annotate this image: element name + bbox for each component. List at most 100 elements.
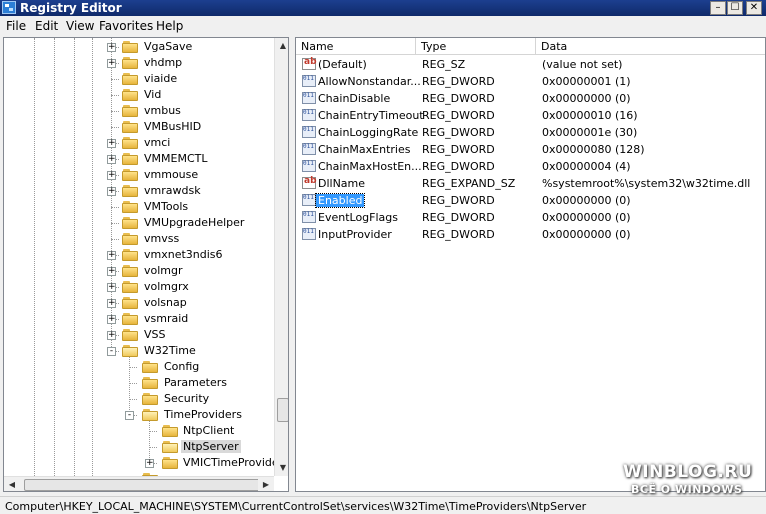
maximize-button[interactable]: ☐	[727, 1, 743, 15]
tree-item[interactable]: + vhdmp	[4, 55, 274, 71]
value-row[interactable]: ChainEntryTimeoutREG_DWORD 0x00000010 (16…	[296, 107, 765, 124]
tree-item[interactable]: + volsnap	[4, 295, 274, 311]
menu-view[interactable]: View	[66, 19, 94, 33]
tree-item[interactable]: Parameters	[4, 375, 274, 391]
tree-item-label[interactable]: vhdmp	[144, 56, 182, 69]
tree-item-label[interactable]: Vid	[144, 88, 161, 101]
tree-item[interactable]: - W32Time	[4, 343, 274, 359]
tree-item-label[interactable]: vsmraid	[144, 312, 188, 325]
scroll-left-arrow-icon[interactable]: ◀	[4, 477, 20, 491]
tree-item-label[interactable]: viaide	[144, 72, 177, 85]
close-button[interactable]: ✕	[746, 1, 762, 15]
tree-vertical-scrollbar[interactable]: ▲ ▼	[274, 38, 288, 476]
tree-item-label[interactable]: VMICTimeProvider	[183, 456, 283, 469]
tree-item[interactable]: + VgaSave	[4, 39, 274, 55]
tree-item-label[interactable]: VMBusHID	[144, 120, 201, 133]
tree-item-label[interactable]: Config	[164, 360, 199, 373]
key-tree[interactable]: + VgaSave + vhdmp viaide Vid vmbus VMBusHID + vmc…	[3, 37, 289, 492]
column-header-type[interactable]: Type	[416, 38, 536, 55]
tree-item[interactable]: + volmgr	[4, 263, 274, 279]
tree-item-label[interactable]: Parameters	[164, 376, 227, 389]
value-row[interactable]: ChainMaxEntries REG_DWORD 0x00000080 (128)	[296, 141, 765, 158]
menu-edit[interactable]: Edit	[35, 19, 58, 33]
value-row[interactable]: EventLogFlags REG_DWORD 0x00000000 (0)	[296, 209, 765, 226]
tree-horizontal-scroll-thumb[interactable]	[24, 479, 260, 491]
tree-item[interactable]: Security	[4, 391, 274, 407]
tree-item-label[interactable]: vmbus	[144, 104, 181, 117]
tree-item[interactable]: NtpClient	[4, 423, 274, 439]
tree-item-label[interactable]: vmrawdsk	[144, 184, 201, 197]
expand-icon[interactable]: +	[107, 251, 116, 260]
tree-item-label[interactable]: VgaSave	[144, 40, 192, 53]
expand-icon[interactable]: +	[145, 459, 154, 468]
tree-item-label[interactable]: volmgr	[144, 264, 183, 277]
minimize-button[interactable]: –	[710, 1, 726, 15]
scroll-down-arrow-icon[interactable]: ▼	[275, 460, 288, 476]
menu-favorites[interactable]: Favorites	[99, 19, 153, 33]
tree-item-label[interactable]: NtpServer	[181, 440, 241, 453]
tree-item[interactable]: Vid	[4, 87, 274, 103]
value-row[interactable]: ChainLoggingRateREG_DWORD 0x0000001e (30)	[296, 124, 765, 141]
tree-item-label[interactable]: Security	[164, 392, 209, 405]
tree-item[interactable]: + VMMEMCTL	[4, 151, 274, 167]
collapse-icon[interactable]: -	[107, 347, 116, 356]
tree-item-label[interactable]: vmmouse	[144, 168, 198, 181]
expand-icon[interactable]: +	[107, 43, 116, 52]
tree-item-label[interactable]: W32Time	[144, 344, 196, 357]
tree-item-label[interactable]: VMMEMCTL	[144, 152, 207, 165]
tree-item-label[interactable]: NtpClient	[183, 424, 234, 437]
expand-icon[interactable]: +	[107, 155, 116, 164]
tree-item-label[interactable]: VMTools	[144, 200, 188, 213]
scroll-up-arrow-icon[interactable]: ▲	[275, 38, 288, 54]
tree-item[interactable]: Config	[4, 359, 274, 375]
tree-item[interactable]: + VMICTimeProvider	[4, 455, 283, 471]
scroll-right-arrow-icon[interactable]: ▶	[258, 477, 274, 491]
tree-item[interactable]: + vsmraid	[4, 311, 274, 327]
tree-item[interactable]: + vmmouse	[4, 167, 274, 183]
menu-file[interactable]: File	[6, 19, 26, 33]
column-header-data[interactable]: Data	[536, 38, 765, 55]
expand-icon[interactable]: +	[107, 59, 116, 68]
tree-item-label[interactable]: vmvss	[144, 232, 179, 245]
tree-item[interactable]: VMBusHID	[4, 119, 274, 135]
tree-item[interactable]: + volmgrx	[4, 279, 274, 295]
collapse-icon[interactable]: -	[125, 411, 134, 420]
tree-item[interactable]: vmvss	[4, 231, 274, 247]
expand-icon[interactable]: +	[107, 283, 116, 292]
tree-item[interactable]: viaide	[4, 71, 274, 87]
values-list[interactable]: Name Type Data (Default) REG_SZ (value not…	[295, 37, 766, 492]
expand-icon[interactable]: +	[107, 315, 116, 324]
value-row[interactable]: InputProvider REG_DWORD 0x00000000 (0)	[296, 226, 765, 243]
tree-item[interactable]: VMTools	[4, 199, 274, 215]
tree-vertical-scroll-thumb[interactable]	[277, 398, 288, 422]
value-row[interactable]: (Default) REG_SZ (value not set)	[296, 56, 765, 73]
tree-horizontal-scrollbar[interactable]: ◀ ▶	[4, 476, 274, 491]
tree-item[interactable]: NtpServer	[4, 439, 274, 455]
tree-item-label[interactable]: volsnap	[144, 296, 187, 309]
tree-item-label[interactable]: vmci	[144, 136, 170, 149]
tree-item-label[interactable]: TimeProviders	[164, 408, 242, 421]
tree-item[interactable]: VMUpgradeHelper	[4, 215, 274, 231]
tree-item[interactable]: + VSS	[4, 327, 274, 343]
tree-item-label[interactable]: volmgrx	[144, 280, 189, 293]
tree-item[interactable]: + vmxnet3ndis6	[4, 247, 274, 263]
column-header-name[interactable]: Name	[296, 38, 416, 55]
tree-item-label[interactable]: vmxnet3ndis6	[144, 248, 223, 261]
tree-item-label[interactable]: VSS	[144, 328, 166, 341]
tree-item[interactable]: + vmrawdsk	[4, 183, 274, 199]
expand-icon[interactable]: +	[107, 187, 116, 196]
expand-icon[interactable]: +	[107, 331, 116, 340]
menu-help[interactable]: Help	[156, 19, 183, 33]
tree-item-label[interactable]: VMUpgradeHelper	[144, 216, 244, 229]
expand-icon[interactable]: +	[107, 299, 116, 308]
expand-icon[interactable]: +	[107, 171, 116, 180]
value-row[interactable]: AllowNonstandar...REG_DWORD 0x00000001 (1…	[296, 73, 765, 90]
value-row[interactable]: DllName REG_EXPAND_SZ %systemroot%\system3…	[296, 175, 765, 192]
expand-icon[interactable]: +	[107, 267, 116, 276]
expand-icon[interactable]: +	[107, 139, 116, 148]
value-row[interactable]: ChainMaxHostEn...REG_DWORD 0x00000004 (4)	[296, 158, 765, 175]
tree-item[interactable]: vmbus	[4, 103, 274, 119]
tree-item[interactable]: + vmci	[4, 135, 274, 151]
tree-item[interactable]: - TimeProviders	[4, 407, 274, 423]
value-row[interactable]: ChainDisable REG_DWORD 0x00000000 (0)	[296, 90, 765, 107]
